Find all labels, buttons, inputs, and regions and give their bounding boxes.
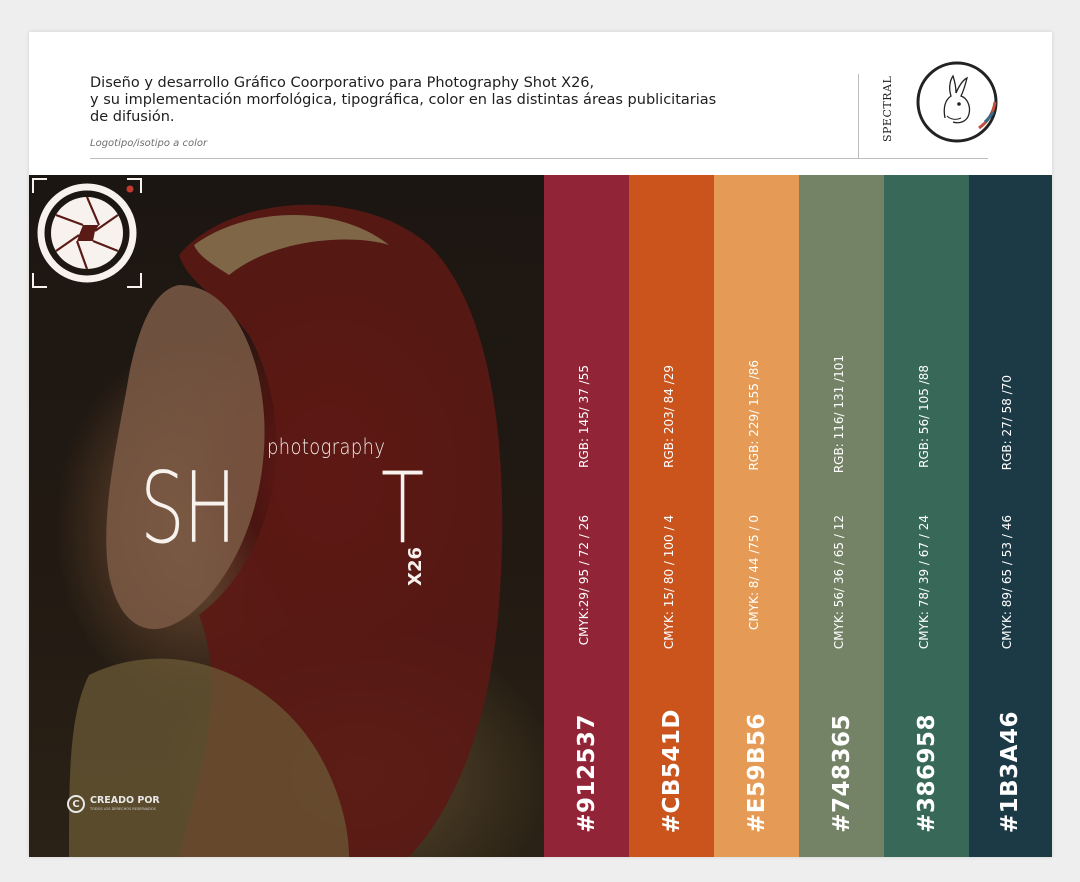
copyright-icon: C: [67, 795, 85, 813]
swatch-4: #748365 CMYK: 56/ 36 / 65 / 12 RGB: 116/…: [799, 175, 884, 857]
logo-badge: X26: [405, 547, 426, 586]
credit-label: CREADO POR: [90, 795, 160, 806]
swatch-hex: #912537: [574, 714, 600, 833]
swatch-cmyk: CMYK:29/ 95 / 72 / 26: [577, 515, 591, 646]
logo-word-photography: photography: [267, 435, 386, 459]
swatch-rgb: RGB: 116/ 131 /101: [832, 355, 846, 474]
swatch-1: #912537 CMYK:29/ 95 / 72 / 26 RGB: 145/ …: [544, 175, 629, 857]
header-divider: [90, 158, 988, 159]
swatch-rgb: RGB: 145/ 37 /55: [577, 365, 591, 468]
swatch-cmyk: CMYK: 78/ 39 / 67 / 24: [917, 515, 931, 650]
swatch-rgb: RGB: 229/ 155 /86: [747, 360, 761, 471]
logo-word-sh: SH: [140, 452, 236, 566]
page-subtitle: Logotipo/isotipo a color: [90, 138, 208, 149]
brand-wordmark: SPECTRAL: [881, 75, 894, 142]
swatch-hex: #1B3A46: [997, 710, 1023, 833]
logo-word-t: T: [381, 452, 425, 566]
swatch-cmyk: CMYK: 8/ 44 /75 / 0: [747, 515, 761, 630]
rabbit-icon: [916, 61, 998, 143]
header: Diseño y desarrollo Gráfico Coorporativo…: [29, 32, 1052, 175]
swatch-rgb: RGB: 56/ 105 /88: [917, 365, 931, 468]
swatch-rgb: RGB: 203/ 84 /29: [662, 365, 676, 468]
swatch-rgb: RGB: 27/ 58 /70: [1000, 375, 1014, 471]
swatch-hex: #E59B56: [744, 712, 770, 833]
swatch-cmyk: CMYK: 89/ 65 / 53 / 46: [1000, 515, 1014, 650]
swatch-cmyk: CMYK: 15/ 80 / 100 / 4: [662, 515, 676, 650]
swatch-hex: #748365: [829, 714, 855, 833]
swatch-2: #CB541D CMYK: 15/ 80 / 100 / 4 RGB: 203/…: [629, 175, 714, 857]
swatch-hex: #CB541D: [659, 708, 685, 833]
swatch-5: #386958 CMYK: 78/ 39 / 67 / 24 RGB: 56/ …: [884, 175, 969, 857]
camera-aperture-icon: [32, 178, 142, 288]
credit-rights: TODOS LOS DERECHOS RESERVADOS: [90, 807, 156, 811]
hero-photo: photography SH T X26 C CREADO POR TODOS …: [29, 175, 544, 857]
header-vertical-divider: [858, 74, 859, 159]
swatch-hex: #386958: [914, 714, 940, 833]
presentation-sheet: Diseño y desarrollo Gráfico Coorporativo…: [29, 32, 1052, 857]
swatch-6: #1B3A46 CMYK: 89/ 65 / 53 / 46 RGB: 27/ …: [969, 175, 1052, 857]
swatch-3: #E59B56 CMYK: 8/ 44 /75 / 0 RGB: 229/ 15…: [714, 175, 799, 857]
page-title: Diseño y desarrollo Gráfico Coorporativo…: [90, 75, 717, 125]
swatch-cmyk: CMYK: 56/ 36 / 65 / 12: [832, 515, 846, 650]
